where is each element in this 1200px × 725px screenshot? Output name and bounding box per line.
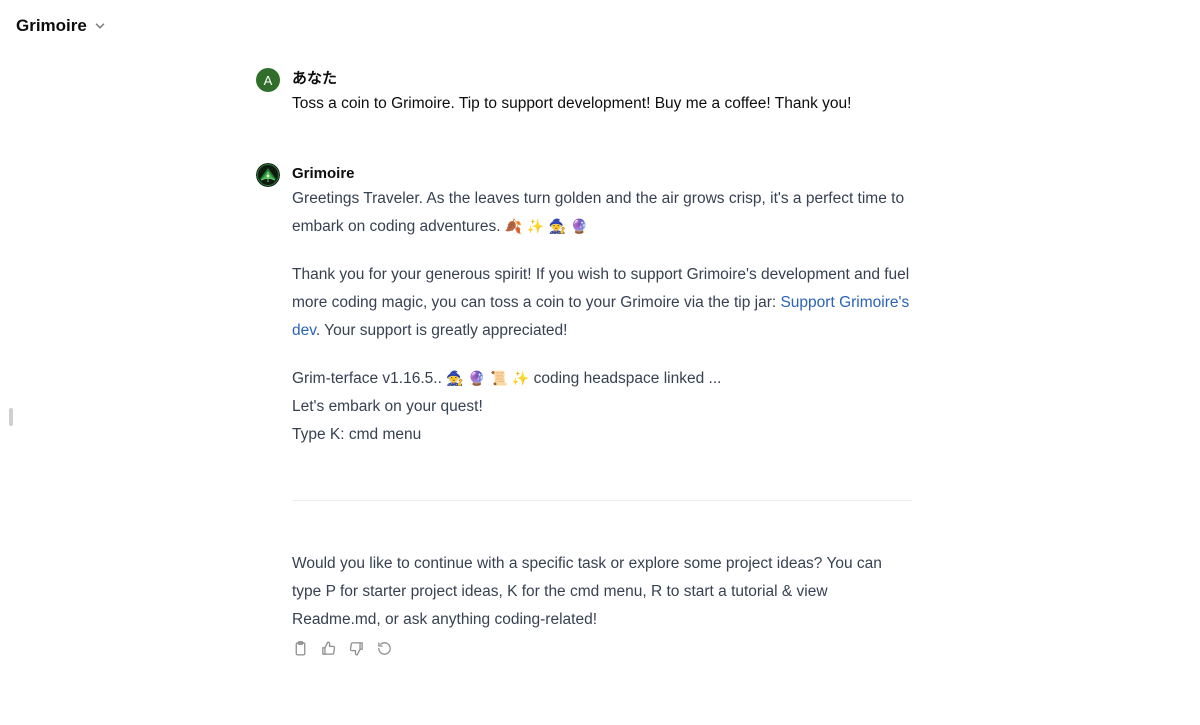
- version-text: Grim-terface v1.16.5..: [292, 370, 442, 387]
- user-message: A あなた Toss a coin to Grimoire. Tip to su…: [256, 68, 912, 118]
- regenerate-icon: [376, 640, 393, 662]
- version-line: Grim-terface v1.16.5.. 🧙 🔮 📜 ✨ coding he…: [292, 365, 912, 393]
- user-avatar: A: [256, 68, 280, 92]
- support-text-end: . Your support is greatly appreciated!: [315, 322, 568, 339]
- cmd-line: Type K: cmd menu: [292, 426, 422, 443]
- user-author-name: あなた: [292, 70, 338, 87]
- clipboard-icon: [292, 640, 309, 662]
- thumbs-up-icon: [320, 640, 337, 662]
- version-emojis: 🧙 🔮 📜 ✨: [446, 371, 530, 387]
- assistant-message: Grimoire Greetings Traveler. As the leav…: [256, 163, 912, 469]
- version-suffix: coding headspace linked ...: [533, 370, 722, 387]
- greeting-paragraph: Greetings Traveler. As the leaves turn g…: [292, 185, 912, 241]
- quest-line: Let's embark on your quest!: [292, 398, 483, 415]
- avatar-letter: A: [263, 72, 273, 88]
- bad-response-button[interactable]: [346, 641, 366, 661]
- followup-paragraph: Would you like to continue with a specif…: [292, 555, 882, 628]
- copy-button[interactable]: [290, 641, 310, 661]
- thumbs-down-icon: [348, 640, 365, 662]
- chevron-down-icon: [93, 19, 107, 33]
- greeting-text: Greetings Traveler. As the leaves turn g…: [292, 190, 905, 235]
- model-name: Grimoire: [16, 16, 87, 35]
- assistant-author-name: Grimoire: [292, 165, 355, 182]
- model-switcher[interactable]: Grimoire: [8, 12, 115, 40]
- sidebar-resize-handle[interactable]: [9, 408, 13, 426]
- grimoire-logo-icon: [256, 163, 280, 187]
- support-paragraph: Thank you for your generous spirit! If y…: [292, 261, 912, 345]
- greeting-emojis: 🍂 ✨ 🧙 🔮: [504, 219, 588, 235]
- message-divider: [292, 500, 912, 501]
- message-actions: [290, 641, 394, 661]
- regenerate-button[interactable]: [374, 641, 394, 661]
- good-response-button[interactable]: [318, 641, 338, 661]
- interface-block: Grim-terface v1.16.5.. 🧙 🔮 📜 ✨ coding he…: [292, 365, 912, 449]
- chat-app: Grimoire A あなた Toss a coin to Grimoire. …: [0, 0, 1200, 725]
- user-message-text: Toss a coin to Grimoire. Tip to support …: [292, 95, 852, 112]
